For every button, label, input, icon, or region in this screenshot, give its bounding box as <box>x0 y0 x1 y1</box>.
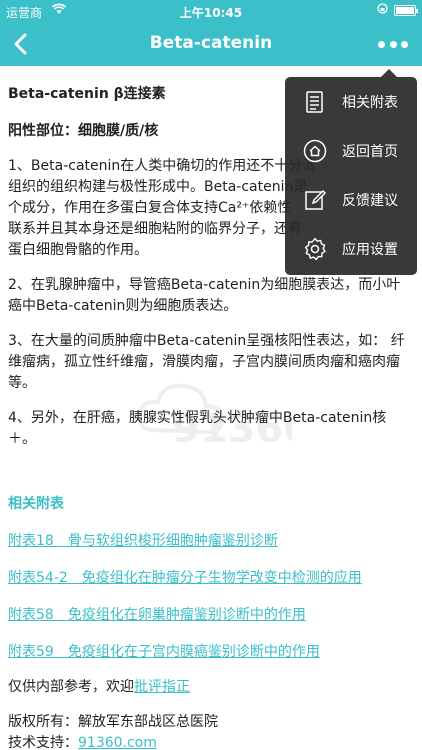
document-icon <box>303 90 327 114</box>
menu-item-settings[interactable]: 应用设置 <box>285 224 417 273</box>
paragraph-1-line: 联系并且其本身还是细胞粘附的临界分子，还有 <box>8 221 302 237</box>
menu-item-label: 应用设置 <box>342 242 398 258</box>
page-title: Beta-catenin <box>149 33 273 53</box>
feedback-note-text: 仅供内部参考，欢迎 <box>8 679 134 695</box>
nav-bar: Beta-catenin <box>0 22 422 66</box>
related-link[interactable]: 附表54-2 免疫组化在肿瘤分子生物学改变中检测的应用 <box>8 568 414 589</box>
paragraph-4: 4、另外，在肝癌，胰腺实性假乳头状肿瘤中Beta-catenin核＋。 <box>8 410 387 447</box>
more-dot-icon <box>401 40 408 48</box>
menu-item-label: 返回首页 <box>342 144 398 160</box>
battery-icon <box>394 5 418 16</box>
more-dot-icon <box>378 40 385 48</box>
related-link[interactable]: 附表18 骨与软组织梭形细胞肿瘤鉴别诊断 <box>8 531 414 552</box>
menu-item-label: 相关附表 <box>342 95 398 111</box>
menu-item-feedback[interactable]: 反馈建议 <box>285 175 417 224</box>
tech-support: 技术支持：91360.com <box>8 733 414 750</box>
rotation-lock-icon <box>377 3 388 17</box>
paragraph-1-line: 1、Beta-catenin在人类中确切的作用还不十分清 <box>8 158 317 174</box>
more-menu-button[interactable] <box>378 34 408 54</box>
status-bar: 运营商 上午10:45 <box>0 0 422 22</box>
menu-item-home[interactable]: 返回首页 <box>285 126 417 175</box>
paragraph-1-line: 蛋白细胞骨骼的作用。 <box>8 242 148 258</box>
related-link[interactable]: 附表58 免疫组化在卵巢肿瘤鉴别诊断中的作用 <box>8 605 414 626</box>
paragraph-1-line: 个成分，作用在多蛋白复合体支持Ca²⁺依赖性 <box>8 200 292 216</box>
support-link[interactable]: 91360.com <box>78 735 157 750</box>
more-dropdown-menu: 相关附表 返回首页 反馈建议 应用设置 <box>285 69 417 275</box>
paragraph-2: 2、在乳腺肿瘤中，导管癌Beta-catenin为细胞膜表达，而小叶癌中Beta… <box>8 277 401 314</box>
feedback-note: 仅供内部参考，欢迎批评指正 <box>8 677 414 698</box>
copyright: 版权所有：解放军东部战区总医院 <box>8 714 218 730</box>
clock: 上午10:45 <box>179 6 243 20</box>
gear-icon <box>303 237 327 261</box>
edit-icon <box>303 188 327 212</box>
feedback-link[interactable]: 批评指正 <box>134 679 190 695</box>
paragraph-3: 3、在大量的间质肿瘤中Beta-catenin呈强核阳性表达，如： 纤维瘤病，孤… <box>8 333 405 391</box>
related-tables-title: 相关附表 <box>8 496 64 512</box>
menu-item-related-tables[interactable]: 相关附表 <box>285 77 417 126</box>
tech-support-label: 技术支持： <box>8 735 78 750</box>
more-dot-icon <box>389 40 397 48</box>
menu-item-label: 反馈建议 <box>342 193 398 209</box>
paragraph-1-line: 组织的组织构建与极性形成中。Beta-catenin是 <box>8 179 308 195</box>
related-link[interactable]: 附表59 免疫组化在子宫内膜癌鉴别诊断中的作用 <box>8 642 414 663</box>
home-icon <box>303 139 327 163</box>
